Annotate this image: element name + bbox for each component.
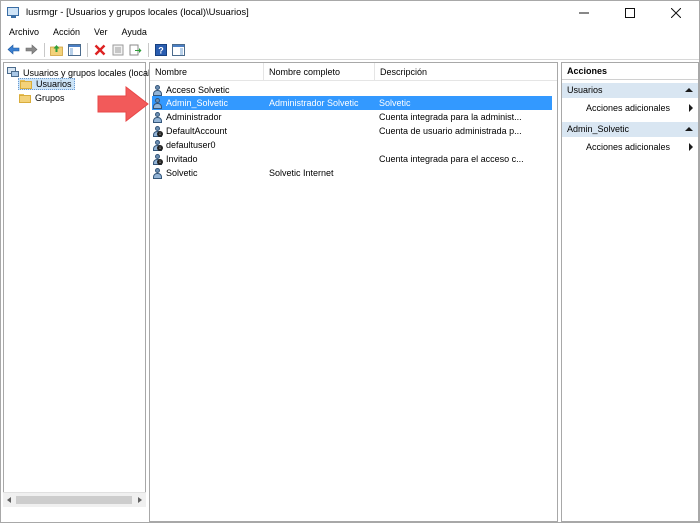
actions-title: Acciones [562,63,698,80]
tree-root-label: Usuarios y grupos locales (local) [23,67,154,78]
disabled-user-icon: ↓ [152,139,163,151]
table-row[interactable]: ↓ DefaultAccount Cuenta de usuario admini… [152,124,552,138]
column-header-descripcion[interactable]: Descripción [375,63,525,81]
console-tree-pane: Usuarios y grupos locales (local) Usuari… [3,62,153,507]
column-header-nombre-completo[interactable]: Nombre completo [264,63,375,81]
close-icon [671,7,681,18]
table-row[interactable]: ↓ defaultuser0 [152,138,552,152]
close-button[interactable] [653,1,699,24]
back-button[interactable] [5,42,22,58]
show-hide-tree-button[interactable] [66,42,83,58]
minimize-button[interactable] [561,1,607,24]
tree-item-grupos[interactable]: Grupos [18,92,67,104]
title-bar[interactable]: lusrmgr - [Usuarios y grupos locales (lo… [1,1,699,24]
window-controls [561,1,699,24]
forward-arrow-icon [25,44,38,55]
menu-ayuda[interactable]: Ayuda [115,27,154,37]
menu-ver[interactable]: Ver [87,27,115,37]
properties-icon [112,44,123,55]
submenu-arrow-icon [689,104,693,112]
actions-group-usuarios[interactable]: Usuarios [562,83,698,98]
forward-button[interactable] [23,42,40,58]
toolbar-separator [44,42,45,57]
table-row[interactable]: Acceso Solvetic [152,83,552,97]
delete-button[interactable] [91,42,108,58]
column-header-nombre[interactable]: Nombre [150,63,264,81]
scroll-right-icon[interactable] [138,497,142,503]
disabled-user-icon: ↓ [152,125,163,137]
up-folder-button[interactable] [48,42,65,58]
up-folder-icon [50,44,63,56]
computer-management-icon [7,6,21,19]
tree-item-label: Grupos [35,93,65,103]
actions-group-admin-solvetic[interactable]: Admin_Solvetic [562,122,698,137]
maximize-icon [625,7,635,18]
maximize-button[interactable] [607,1,653,24]
user-icon [152,84,163,96]
users-list-pane: Nombre Nombre completo Descripción Acces… [149,62,558,522]
show-action-pane-button[interactable] [170,42,187,58]
actions-pane: Acciones Usuarios Acciones adicionales A… [561,62,699,522]
back-arrow-icon [7,44,20,55]
user-icon [152,111,163,123]
disabled-user-icon: ↓ [152,153,163,165]
menu-archivo[interactable]: Archivo [1,27,46,37]
folder-icon [19,93,31,103]
show-action-pane-icon [172,43,185,56]
export-list-icon [129,44,142,55]
toolbar-separator [148,42,149,57]
menu-bar: Archivo Acción Ver Ayuda [1,24,699,40]
table-row[interactable]: Administrador Cuenta integrada para la a… [152,110,552,124]
table-row[interactable]: Solvetic Solvetic Internet [152,166,552,180]
properties-button[interactable] [109,42,126,58]
table-row-selected[interactable]: Admin_Solvetic Administrador Solvetic So… [152,96,552,110]
list-header: Nombre Nombre completo Descripción [150,63,557,81]
export-list-button[interactable] [127,42,144,58]
menu-accion[interactable]: Acción [46,27,87,37]
delete-icon [94,44,105,55]
scrollbar-thumb[interactable] [16,496,132,504]
toolbar-separator [87,42,88,57]
mmc-window: lusrmgr - [Usuarios y grupos locales (lo… [0,0,700,523]
help-button[interactable]: ? [152,42,169,58]
action-acciones-adicionales-admin[interactable]: Acciones adicionales [586,140,696,154]
action-acciones-adicionales-usuarios[interactable]: Acciones adicionales [586,101,696,115]
collapse-icon[interactable] [685,127,693,131]
window-title: lusrmgr - [Usuarios y grupos locales (lo… [26,7,249,18]
toolbar: ? [1,40,699,60]
help-icon: ? [154,43,167,56]
tree-horizontal-scrollbar[interactable] [3,492,146,507]
tree-item-usuarios[interactable]: Usuarios [18,78,75,90]
annotation-arrow-icon [97,85,149,123]
svg-text:?: ? [158,45,164,55]
table-row[interactable]: ↓ Invitado Cuenta integrada para el acces… [152,152,552,166]
scroll-left-icon[interactable] [7,497,11,503]
tree-item-label: Usuarios [36,79,72,89]
folder-icon [20,79,32,89]
tree-root[interactable]: Usuarios y grupos locales (local) [7,67,153,78]
user-icon [152,167,163,179]
collapse-icon[interactable] [685,88,693,92]
user-icon [152,97,163,109]
local-users-groups-icon [7,67,20,78]
minimize-icon [579,12,589,13]
show-hide-tree-icon [68,43,81,56]
submenu-arrow-icon [689,143,693,151]
